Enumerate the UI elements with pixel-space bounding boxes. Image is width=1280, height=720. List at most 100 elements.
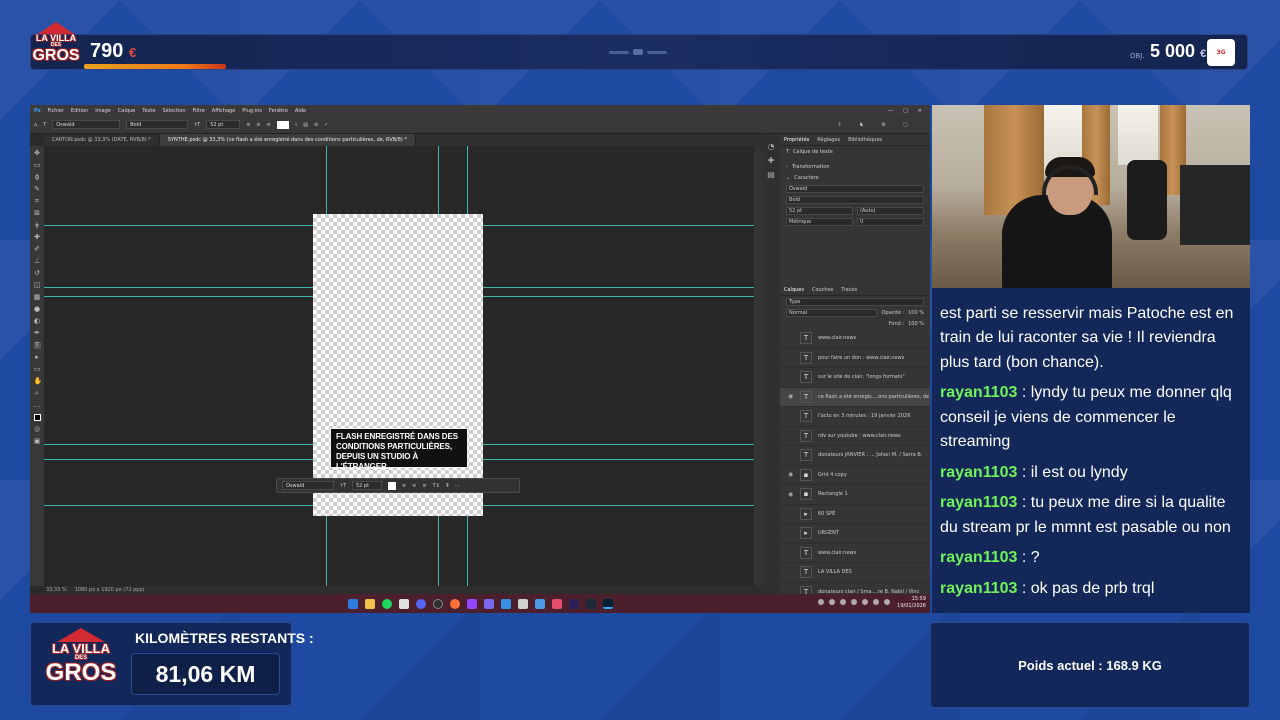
menu-filtre[interactable]: Filtre — [193, 108, 205, 114]
zoom-level[interactable]: 33,33 % — [46, 587, 67, 593]
menu-affichage[interactable]: Affichage — [212, 108, 236, 114]
chat-username[interactable]: rayan1103 — [940, 549, 1017, 566]
chat-username[interactable]: rayan1103 — [940, 494, 1017, 511]
move-tool-icon[interactable]: ✥ — [34, 150, 41, 157]
text-tool-icon[interactable]: T — [43, 122, 46, 128]
app2-icon[interactable] — [500, 598, 511, 609]
tab-traces[interactable]: Tracés — [841, 287, 857, 293]
text-color-swatch[interactable] — [276, 120, 289, 129]
layer-row[interactable]: Tsur le site de clair, "longs formats" — [780, 368, 930, 388]
spotify-icon[interactable] — [381, 598, 392, 609]
close-icon[interactable]: ✕ — [918, 108, 922, 114]
chat-username[interactable]: rayan1103 — [940, 384, 1017, 401]
layer-row[interactable]: ◉ Tce flash a été enregis....ons particul… — [780, 387, 930, 407]
zoom-tool-icon[interactable]: ⌕ — [34, 390, 41, 397]
character-section[interactable]: ⌄ Caractère — [780, 172, 930, 183]
twitch-icon[interactable] — [466, 598, 477, 609]
char-size-select[interactable]: 52 pt — [786, 206, 853, 215]
layer-row[interactable]: ◉ ▪ Rectangle 1 — [780, 485, 930, 505]
visibility-eye-icon[interactable]: ◉ — [788, 393, 794, 400]
layer-row[interactable]: Trdv sur youtube : www.clair.news — [780, 427, 930, 446]
layers-search-input[interactable]: Type — [786, 297, 924, 306]
menu-texte[interactable]: Texte — [142, 108, 155, 114]
marquee-tool-icon[interactable]: ▭ — [34, 162, 41, 169]
shape-tool-icon[interactable]: ▭ — [34, 366, 41, 373]
quick-mask-icon[interactable]: ◎ — [34, 426, 41, 433]
color-swatches-icon[interactable] — [33, 414, 41, 421]
context-align-icon[interactable]: ≡ — [402, 483, 406, 489]
char-tracking-select[interactable]: 0 — [857, 217, 924, 226]
screen-mode-icon[interactable]: ▣ — [34, 438, 41, 445]
windows-start-icon[interactable] — [347, 598, 358, 609]
char-kerning-select[interactable]: Métrique — [786, 217, 853, 226]
align-left-icon[interactable]: ≡ — [246, 122, 250, 128]
app4-icon[interactable] — [534, 598, 545, 609]
menu-fichier[interactable]: Fichier — [48, 108, 64, 114]
tab-synthe[interactable]: SYNTHE.psdc @ 33,3% (ce flash a été enre… — [159, 134, 416, 146]
context-font-select[interactable]: Oswald — [282, 481, 334, 490]
tab-proprietes[interactable]: Propriétés — [784, 137, 809, 143]
lasso-tool-icon[interactable]: ϕ — [34, 174, 41, 181]
history-brush-icon[interactable]: ↺ — [34, 270, 41, 277]
canvas-area[interactable]: FLASH ENREGISTRÉ DANS DES CONDITIONS PAR… — [44, 146, 754, 586]
home-icon[interactable]: ⌂ — [34, 122, 37, 128]
warp-text-icon[interactable]: ⌇ — [295, 122, 297, 128]
steam-icon[interactable] — [585, 598, 596, 609]
visibility-eye-icon[interactable]: ◉ — [788, 491, 794, 498]
context-size-select[interactable]: 52 pt — [351, 481, 382, 490]
obs-icon[interactable] — [432, 598, 443, 609]
app-icon[interactable] — [398, 598, 409, 609]
char-font-select[interactable]: Oswald — [786, 184, 924, 193]
layer-row[interactable]: ▸ URGENT — [780, 524, 930, 544]
grid-app-icon[interactable] — [483, 598, 494, 609]
align-center-icon[interactable]: ≡ — [256, 122, 260, 128]
panels-icon[interactable]: ▤ — [303, 122, 308, 128]
context-transform-icon[interactable]: T↕ — [433, 483, 440, 489]
cancel-icon[interactable]: ⊘ — [314, 122, 318, 128]
menu-fenetre[interactable]: Fenêtre — [269, 108, 288, 114]
opacity-value[interactable]: 100 % — [908, 310, 924, 316]
menu-aide[interactable]: Aide — [295, 108, 306, 114]
premiere-icon[interactable] — [568, 598, 579, 609]
char-style-select[interactable]: Bold — [786, 195, 924, 204]
maps-icon[interactable] — [551, 598, 562, 609]
maximize-icon[interactable]: □ — [903, 108, 908, 114]
dodge-tool-icon[interactable]: ◐ — [34, 318, 41, 325]
layer-row[interactable]: Tdonateurs JANVIER : ... Johan M. / Sarr… — [780, 446, 930, 466]
context-align-center-icon[interactable]: ≡ — [422, 483, 426, 489]
gradient-tool-icon[interactable]: ▦ — [34, 294, 41, 301]
align-right-icon[interactable]: ≡ — [267, 122, 271, 128]
hand-tool-icon[interactable]: ✋ — [34, 378, 43, 385]
char-leading-select[interactable]: (Auto) — [857, 206, 924, 215]
font-family-select[interactable]: Oswald — [52, 120, 121, 129]
context-type-icon[interactable]: T̶ — [446, 483, 449, 489]
blur-tool-icon[interactable]: ● — [34, 306, 41, 313]
menu-selection[interactable]: Sélection — [162, 108, 185, 114]
tab-bibliotheques[interactable]: Bibliothèques — [848, 137, 882, 143]
font-style-select[interactable]: Bold — [126, 120, 189, 129]
commit-icon[interactable]: ✓ — [324, 122, 328, 128]
dock-icons[interactable]: ◔ ✚ ▤ — [762, 134, 780, 182]
layer-row[interactable]: Tl'actu en 3 minutes : 19 janvier 2026 — [780, 407, 930, 427]
font-size-select[interactable]: 52 pt — [206, 120, 241, 129]
tab-couches[interactable]: Couches — [812, 287, 833, 293]
quick-select-tool-icon[interactable]: ✎ — [34, 186, 41, 193]
context-more-icon[interactable]: ⋯ — [455, 483, 460, 489]
layer-row[interactable]: ▸ 60 SPÉ — [780, 505, 930, 524]
tab-calques[interactable]: Calques — [784, 287, 804, 293]
document-text-layer[interactable]: FLASH ENREGISTRÉ DANS DES CONDITIONS PAR… — [330, 428, 468, 471]
crop-tool-icon[interactable]: ⌗ — [34, 198, 41, 205]
context-align-left-icon[interactable]: ≡ — [412, 483, 416, 489]
blend-mode-select[interactable]: Normal — [786, 308, 878, 317]
menu-edition[interactable]: Edition — [71, 108, 88, 114]
chat-username[interactable]: rayan1103 — [940, 580, 1017, 597]
more-tools-icon[interactable]: … — [34, 402, 41, 409]
app3-icon[interactable] — [517, 598, 528, 609]
context-color-swatch[interactable] — [387, 481, 396, 490]
eyedropper-tool-icon[interactable]: ǂ — [34, 222, 41, 229]
pen-tool-icon[interactable]: ✒ — [34, 330, 41, 337]
layer-row[interactable]: Twww.clair.news — [780, 544, 930, 563]
visibility-eye-icon[interactable]: ◉ — [788, 471, 794, 478]
minimize-icon[interactable]: — — [888, 108, 893, 114]
chat-username[interactable]: rayan1103 — [940, 464, 1017, 481]
